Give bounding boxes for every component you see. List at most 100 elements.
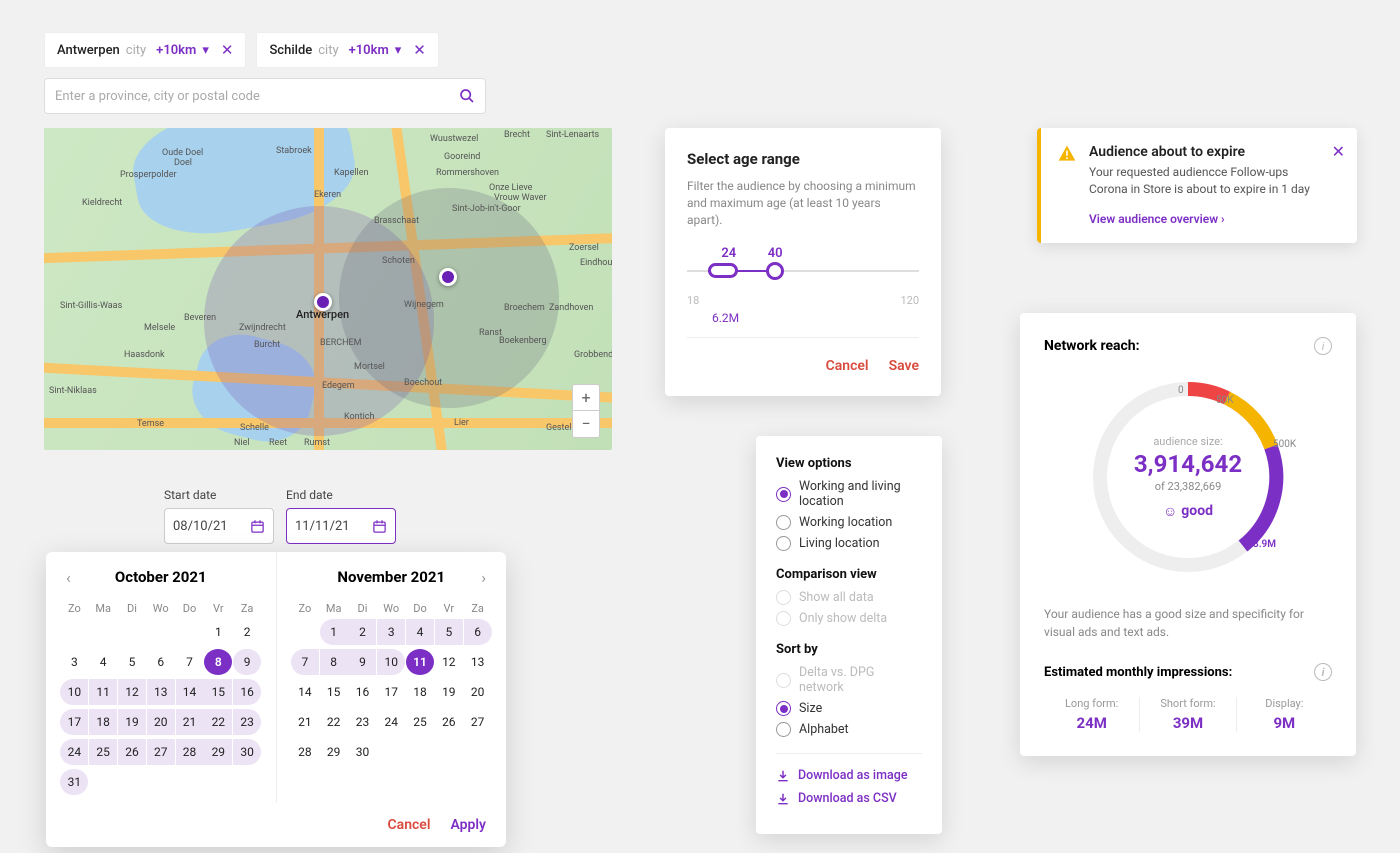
calendar-day[interactable]: 21 bbox=[176, 709, 204, 735]
calendar-day[interactable]: 13 bbox=[464, 649, 492, 675]
calendar-day[interactable]: 19 bbox=[435, 679, 463, 705]
calendar-day[interactable]: 6 bbox=[147, 649, 175, 675]
radio-size[interactable]: Size bbox=[776, 701, 922, 716]
info-icon[interactable]: i bbox=[1314, 337, 1332, 355]
age-cancel-button[interactable]: Cancel bbox=[826, 358, 869, 374]
location-chip-schilde[interactable]: Schilde city +10km ▾ ✕ bbox=[256, 32, 438, 68]
next-month-button[interactable]: › bbox=[475, 566, 492, 589]
calendar-day[interactable]: 20 bbox=[464, 679, 492, 705]
download-image-button[interactable]: Download as image bbox=[776, 768, 922, 783]
calendar-day[interactable]: 1 bbox=[204, 619, 232, 645]
chip-radius[interactable]: +10km bbox=[156, 43, 196, 58]
calendar-day[interactable]: 5 bbox=[435, 619, 463, 645]
calendar-day[interactable]: 15 bbox=[320, 679, 348, 705]
slider-handle-min[interactable] bbox=[708, 263, 738, 278]
calendar-day[interactable]: 23 bbox=[233, 709, 261, 735]
apply-button[interactable]: Apply bbox=[450, 817, 486, 833]
map-pin-schilde[interactable] bbox=[439, 268, 457, 286]
calendar-day[interactable]: 26 bbox=[435, 709, 463, 735]
calendar-day[interactable]: 30 bbox=[233, 739, 261, 765]
age-save-button[interactable]: Save bbox=[889, 358, 919, 374]
close-icon[interactable]: ✕ bbox=[221, 41, 234, 59]
slider-handle-max[interactable] bbox=[766, 262, 784, 280]
calendar-day[interactable]: 23 bbox=[348, 709, 376, 735]
calendar-day[interactable]: 2 bbox=[233, 619, 261, 645]
calendar-day[interactable]: 14 bbox=[176, 679, 204, 705]
calendar-day[interactable]: 24 bbox=[60, 739, 88, 765]
calendar-day[interactable]: 30 bbox=[348, 739, 376, 765]
calendar-day[interactable]: 21 bbox=[291, 709, 319, 735]
calendar-day[interactable]: 11 bbox=[89, 679, 117, 705]
calendar-day[interactable]: 4 bbox=[89, 649, 117, 675]
calendar-day[interactable]: 17 bbox=[60, 709, 88, 735]
calendar-day[interactable]: 18 bbox=[89, 709, 117, 735]
calendar-day[interactable]: 15 bbox=[204, 679, 232, 705]
age-range-slider[interactable]: 24 40 bbox=[687, 248, 919, 288]
calendar-day[interactable]: 3 bbox=[60, 649, 88, 675]
calendar-day[interactable]: 13 bbox=[147, 679, 175, 705]
calendar-day[interactable]: 28 bbox=[176, 739, 204, 765]
calendar-day[interactable]: 27 bbox=[147, 739, 175, 765]
calendar-day[interactable]: 18 bbox=[406, 679, 434, 705]
calendar-day[interactable]: 3 bbox=[377, 619, 405, 645]
calendar-day[interactable]: 22 bbox=[204, 709, 232, 735]
chevron-down-icon[interactable]: ▾ bbox=[395, 43, 402, 58]
search-icon[interactable] bbox=[459, 88, 475, 104]
chip-radius[interactable]: +10km bbox=[349, 43, 389, 58]
start-date-input[interactable]: 08/10/21 bbox=[164, 508, 274, 544]
calendar-day[interactable]: 7 bbox=[291, 649, 319, 675]
calendar-day[interactable]: 9 bbox=[233, 649, 261, 675]
calendar-day[interactable]: 4 bbox=[406, 619, 434, 645]
calendar-day[interactable]: 19 bbox=[118, 709, 146, 735]
close-icon[interactable]: ✕ bbox=[1332, 142, 1345, 161]
close-icon[interactable]: ✕ bbox=[413, 41, 426, 59]
calendar-day[interactable]: 25 bbox=[406, 709, 434, 735]
search-input[interactable] bbox=[55, 89, 459, 104]
calendar-day[interactable]: 16 bbox=[233, 679, 261, 705]
info-icon[interactable]: i bbox=[1314, 663, 1332, 681]
calendar-day[interactable]: 20 bbox=[147, 709, 175, 735]
calendar-day[interactable]: 16 bbox=[348, 679, 376, 705]
calendar-day[interactable]: 8 bbox=[320, 649, 348, 675]
radio-working[interactable]: Working location bbox=[776, 515, 922, 530]
radio-living[interactable]: Living location bbox=[776, 536, 922, 551]
calendar-days[interactable]: 1234567891011121314151617181920212223242… bbox=[291, 619, 493, 765]
download-csv-button[interactable]: Download as CSV bbox=[776, 791, 922, 806]
calendar-days[interactable]: 1234567891011121314151617181920212223242… bbox=[60, 619, 262, 795]
calendar-day[interactable]: 24 bbox=[377, 709, 405, 735]
location-chip-antwerpen[interactable]: Antwerpen city +10km ▾ ✕ bbox=[44, 32, 246, 68]
calendar-day[interactable]: 27 bbox=[464, 709, 492, 735]
location-search[interactable] bbox=[44, 78, 486, 114]
zoom-out-button[interactable]: − bbox=[573, 411, 599, 437]
end-date-input[interactable]: 11/11/21 bbox=[286, 508, 396, 544]
chevron-down-icon[interactable]: ▾ bbox=[202, 43, 209, 58]
calendar-day[interactable]: 11 bbox=[406, 649, 434, 675]
calendar-day[interactable]: 9 bbox=[348, 649, 376, 675]
radio-working-living[interactable]: Working and living location bbox=[776, 479, 922, 509]
location-map[interactable]: Antwerpen Brecht Sint-Lenaarts Brasschaa… bbox=[44, 128, 612, 450]
zoom-in-button[interactable]: + bbox=[573, 385, 599, 411]
calendar-day[interactable]: 12 bbox=[435, 649, 463, 675]
calendar-day[interactable]: 17 bbox=[377, 679, 405, 705]
calendar-day[interactable]: 28 bbox=[291, 739, 319, 765]
cancel-button[interactable]: Cancel bbox=[388, 817, 431, 833]
calendar-day[interactable]: 10 bbox=[377, 649, 405, 675]
calendar-day[interactable]: 5 bbox=[118, 649, 146, 675]
calendar-day[interactable]: 7 bbox=[176, 649, 204, 675]
calendar-day[interactable]: 6 bbox=[464, 619, 492, 645]
calendar-day[interactable]: 12 bbox=[118, 679, 146, 705]
calendar-day[interactable]: 26 bbox=[118, 739, 146, 765]
calendar-day[interactable]: 8 bbox=[204, 649, 232, 675]
calendar-day[interactable]: 29 bbox=[320, 739, 348, 765]
calendar-day[interactable]: 14 bbox=[291, 679, 319, 705]
notification-link[interactable]: View audience overview › bbox=[1089, 212, 1225, 226]
calendar-day[interactable]: 25 bbox=[89, 739, 117, 765]
calendar-day[interactable]: 29 bbox=[204, 739, 232, 765]
radio-alphabet[interactable]: Alphabet bbox=[776, 722, 922, 737]
calendar-day[interactable]: 2 bbox=[348, 619, 376, 645]
calendar-day[interactable]: 10 bbox=[60, 679, 88, 705]
calendar-day[interactable]: 1 bbox=[320, 619, 348, 645]
calendar-day[interactable]: 22 bbox=[320, 709, 348, 735]
calendar-day[interactable]: 31 bbox=[60, 769, 88, 795]
prev-month-button[interactable]: ‹ bbox=[60, 566, 77, 589]
